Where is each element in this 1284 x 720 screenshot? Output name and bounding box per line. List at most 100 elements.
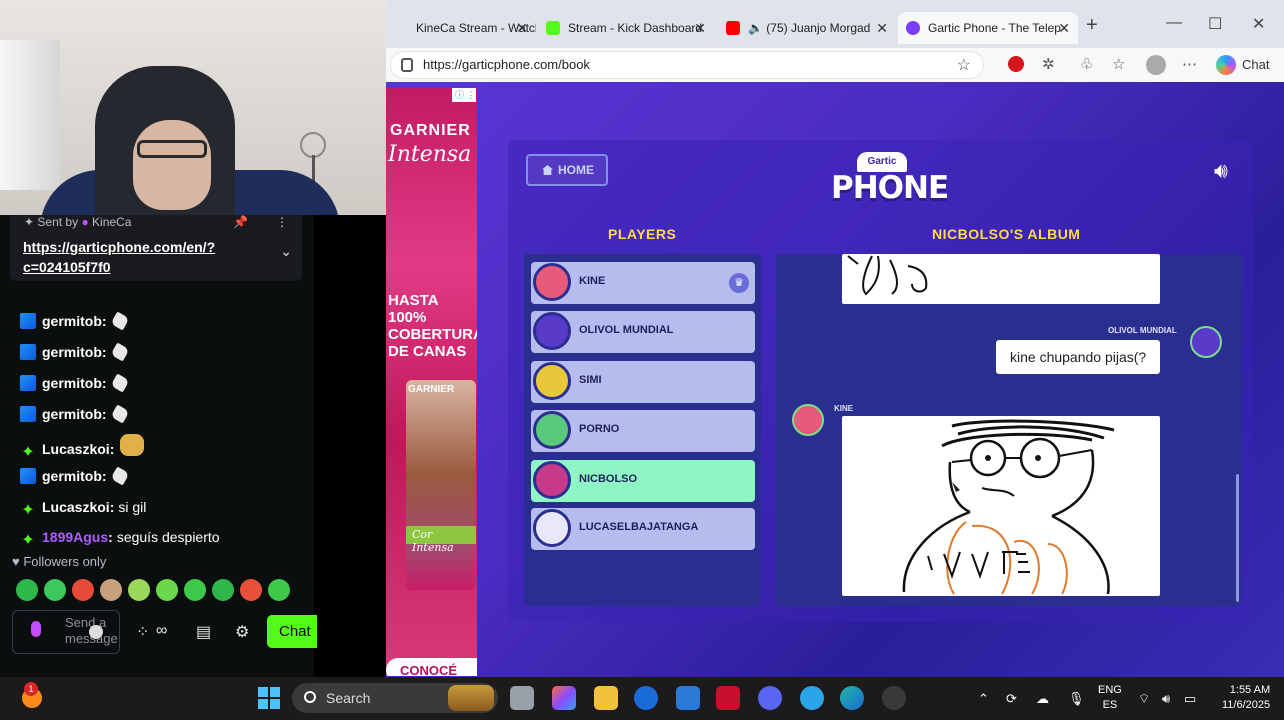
share-icon[interactable]: ⁘ bbox=[136, 622, 149, 642]
gear-icon[interactable]: ⚙ bbox=[235, 622, 249, 642]
emote-slot[interactable] bbox=[156, 579, 178, 601]
url-field[interactable]: https://garticphone.com/book ☆ bbox=[390, 51, 984, 79]
close-tab-icon[interactable]: ✕ bbox=[516, 12, 528, 44]
ad-product-line: Intensa bbox=[388, 142, 472, 167]
emote-slot[interactable] bbox=[16, 579, 38, 601]
windows-start-icon[interactable] bbox=[258, 687, 280, 709]
battery-icon[interactable]: ▭ bbox=[1184, 691, 1196, 707]
wifi-icon[interactable]: ⌔ bbox=[1138, 691, 1150, 707]
more-menu-icon[interactable]: ⋯ bbox=[1182, 55, 1197, 73]
chat-username[interactable]: germitob bbox=[42, 344, 102, 360]
file-explorer-icon[interactable] bbox=[594, 686, 618, 710]
chat-input[interactable]: Send a message bbox=[12, 610, 120, 654]
ad-cta-button[interactable]: CONOCÉ MÁS bbox=[386, 658, 477, 676]
copilot-app-icon[interactable] bbox=[552, 686, 576, 710]
obs-icon[interactable] bbox=[882, 686, 906, 710]
player-avatar bbox=[533, 263, 571, 301]
browser-essentials-icon[interactable]: ♧ bbox=[1080, 55, 1093, 73]
player-avatar bbox=[533, 509, 571, 547]
store-app-icon[interactable] bbox=[676, 686, 700, 710]
previous-drawing-strokes bbox=[847, 255, 928, 296]
chat-username[interactable]: germitob bbox=[42, 313, 102, 329]
chat-username[interactable]: Lucaszkoi bbox=[42, 499, 110, 515]
clapping-hands-emote-icon bbox=[120, 434, 145, 456]
close-tab-icon[interactable]: ✕ bbox=[694, 12, 706, 44]
close-window-icon[interactable]: ✕ bbox=[1252, 14, 1265, 34]
tab-youtube[interactable]: ✕ 🔈 (75) Juanjo Morgad bbox=[718, 12, 896, 44]
extensions-puzzle-icon[interactable]: ✲ bbox=[1042, 55, 1055, 73]
emote-slot[interactable] bbox=[100, 579, 122, 601]
mcafee-icon[interactable] bbox=[716, 686, 740, 710]
emote-slot[interactable] bbox=[212, 579, 234, 601]
player-name: SIMI bbox=[579, 374, 602, 386]
tab-kineca-stream[interactable]: ✕ KineCa Stream - Watch L bbox=[386, 12, 536, 44]
minimize-icon[interactable]: — bbox=[1166, 14, 1182, 32]
more-options-icon[interactable]: ⋮ bbox=[276, 215, 288, 229]
emote-slot[interactable] bbox=[240, 579, 262, 601]
home-button[interactable]: HOME bbox=[526, 154, 608, 186]
ublock-extension-icon[interactable] bbox=[1008, 56, 1024, 72]
pinned-link[interactable]: https://garticphone.com/en/?c=024105f7f0 bbox=[23, 237, 263, 277]
emoji-icon[interactable] bbox=[89, 625, 103, 639]
album-scrollbar[interactable] bbox=[1236, 474, 1239, 602]
tab-gartic-phone[interactable]: ✕ Gartic Phone - The Telep bbox=[898, 12, 1078, 44]
hp-icon[interactable] bbox=[634, 686, 658, 710]
close-tab-icon[interactable]: ✕ bbox=[876, 12, 888, 44]
previous-drawing bbox=[842, 254, 1160, 304]
leaf-emote-icon bbox=[110, 342, 130, 362]
language-indicator[interactable]: ENG ES bbox=[1098, 683, 1122, 713]
speaker-icon[interactable]: 🔈 bbox=[748, 21, 766, 35]
chat-message: ✦ 1899Agus: seguís despierto bbox=[20, 527, 219, 549]
emote-slot[interactable] bbox=[268, 579, 290, 601]
chat-send-button[interactable]: Chat bbox=[267, 615, 317, 648]
copilot-label[interactable]: Chat bbox=[1242, 57, 1269, 72]
favorites-icon[interactable]: ☆ bbox=[1112, 55, 1125, 73]
system-clock[interactable]: 1:55 AM 11/6/2025 bbox=[1222, 683, 1270, 713]
microphone-icon[interactable] bbox=[31, 621, 41, 637]
pin-icon[interactable]: 📌 bbox=[233, 215, 248, 229]
url-text[interactable]: https://garticphone.com/book bbox=[423, 57, 590, 72]
ad-info-icon[interactable]: ⓘ ⋮ bbox=[452, 88, 476, 102]
new-tab-icon[interactable]: + bbox=[1086, 14, 1098, 37]
chat-colon: : bbox=[109, 441, 115, 457]
streamer-glasses bbox=[137, 140, 207, 158]
infinity-icon[interactable]: ∞ bbox=[156, 622, 167, 640]
chevron-down-icon[interactable]: ⌄ bbox=[280, 243, 292, 260]
profile-avatar[interactable] bbox=[1146, 55, 1166, 75]
maximize-icon[interactable]: ☐ bbox=[1208, 14, 1222, 34]
emote-slot[interactable] bbox=[184, 579, 206, 601]
kick-favicon-icon bbox=[546, 21, 560, 35]
edge-icon[interactable] bbox=[840, 686, 864, 710]
emote-slot[interactable] bbox=[128, 579, 150, 601]
favorite-star-icon[interactable]: ☆ bbox=[957, 55, 971, 75]
microphone-tray-icon[interactable]: 🎙︎ bbox=[1068, 691, 1085, 707]
chat-username[interactable]: germitob bbox=[42, 406, 102, 422]
chat-username[interactable]: germitob bbox=[42, 375, 102, 391]
chat-username[interactable]: germitob bbox=[42, 468, 102, 484]
tab-kick-dashboard[interactable]: ✕ Stream - Kick Dashboard bbox=[538, 12, 714, 44]
chrome-icon[interactable] bbox=[800, 686, 824, 710]
gartic-page: ⓘ ⋮ GARNIER Intensa HASTA 100% COBERTURA… bbox=[386, 82, 1284, 677]
taskbar-search[interactable]: Search bbox=[292, 683, 498, 713]
chevron-up-icon[interactable]: ⌃ bbox=[978, 691, 989, 707]
player-name: LUCASELBAJATANGA bbox=[579, 521, 699, 533]
close-tab-icon[interactable]: ✕ bbox=[1058, 12, 1070, 44]
task-view-icon[interactable] bbox=[510, 686, 534, 710]
kick-badge-icon bbox=[20, 468, 36, 484]
copilot-icon[interactable] bbox=[1216, 55, 1236, 75]
player-avatar bbox=[533, 461, 571, 499]
garnier-ad[interactable]: ⓘ ⋮ GARNIER Intensa HASTA 100% COBERTURA… bbox=[386, 88, 477, 676]
chat-username[interactable]: Lucaszkoi bbox=[42, 441, 110, 457]
discord-icon[interactable] bbox=[758, 686, 782, 710]
emote-slot[interactable] bbox=[44, 579, 66, 601]
onedrive-icon[interactable]: ☁ bbox=[1036, 691, 1049, 707]
sync-icon[interactable]: ⟳ bbox=[1006, 691, 1017, 707]
speaker-volume-icon[interactable]: 🔊︎ bbox=[1214, 158, 1228, 184]
home-icon bbox=[542, 165, 553, 175]
store-icon[interactable]: ▤ bbox=[196, 622, 211, 642]
lock-icon[interactable] bbox=[401, 58, 413, 72]
emote-slot[interactable] bbox=[72, 579, 94, 601]
volume-icon[interactable]: 🔊︎ bbox=[1162, 691, 1170, 707]
chat-colon: : bbox=[101, 344, 107, 360]
chat-username[interactable]: 1899Agus bbox=[42, 529, 108, 545]
